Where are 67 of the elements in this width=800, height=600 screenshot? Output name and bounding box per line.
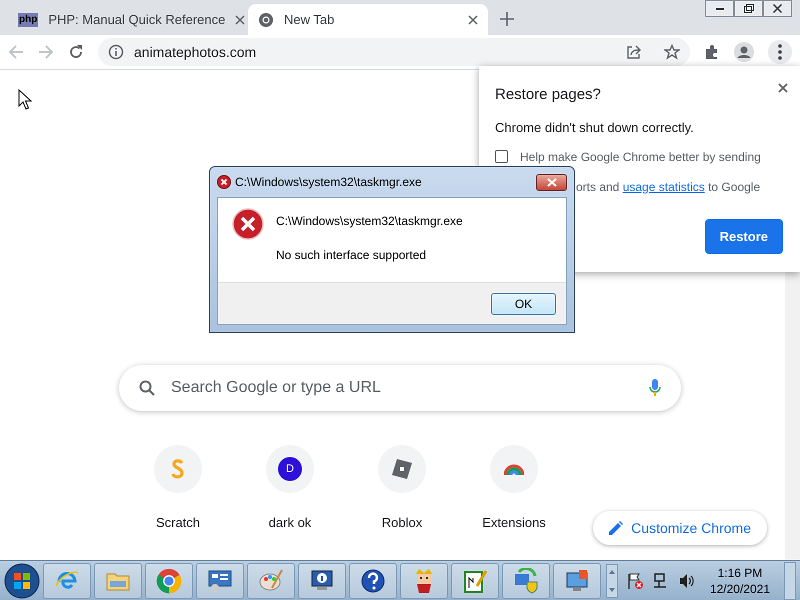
pencil-icon bbox=[609, 521, 624, 535]
ok-button[interactable]: OK bbox=[491, 292, 556, 314]
flag-error-icon[interactable] bbox=[626, 572, 644, 590]
taskbar-app-button[interactable] bbox=[298, 562, 346, 598]
shortcut-tile[interactable]: D dark ok bbox=[234, 444, 346, 534]
error-icon bbox=[217, 175, 231, 189]
menu-icon[interactable] bbox=[768, 40, 792, 64]
close-icon bbox=[778, 82, 788, 93]
star-icon[interactable] bbox=[664, 44, 680, 60]
microphone-icon[interactable] bbox=[649, 379, 661, 397]
customize-chrome-button[interactable]: Customize Chrome bbox=[593, 511, 767, 545]
notepad-pencil-icon bbox=[462, 568, 488, 594]
minimize-button[interactable] bbox=[705, 0, 734, 17]
remote-desktop-icon bbox=[564, 568, 590, 594]
letter-avatar-icon: D bbox=[278, 457, 302, 481]
shortcut-tile[interactable]: Extensions bbox=[458, 444, 570, 534]
chrome-icon bbox=[156, 568, 182, 594]
dialog-title: C:\Windows\system32\taskmgr.exe bbox=[235, 174, 423, 191]
profile-icon[interactable] bbox=[734, 42, 754, 62]
checkbox-label: Help make Google Chrome better by sending bbox=[520, 148, 761, 166]
close-icon bbox=[546, 178, 556, 186]
error-path: C:\Windows\system32\taskmgr.exe bbox=[276, 213, 463, 230]
info-icon[interactable] bbox=[108, 44, 124, 60]
chrome-icon bbox=[258, 12, 274, 28]
popup-message: Chrome didn't shut down correctly. bbox=[495, 119, 695, 137]
shortcut-tile[interactable]: Scratch bbox=[122, 444, 234, 534]
usage-statistics-link[interactable]: usage statistics bbox=[622, 180, 705, 194]
clock-time[interactable]: 1:16 PM bbox=[710, 564, 770, 580]
share-icon[interactable] bbox=[626, 44, 642, 60]
palette-icon bbox=[258, 568, 284, 594]
tab[interactable]: New Tab bbox=[248, 4, 488, 35]
php-icon: php bbox=[18, 12, 38, 26]
minimize-icon bbox=[716, 8, 724, 10]
scroll-arrows-icon[interactable] bbox=[606, 564, 618, 598]
checkbox-label: orts and bbox=[576, 180, 620, 194]
restore-icon bbox=[744, 4, 754, 13]
mouse-pointer-icon bbox=[18, 89, 32, 110]
taskbar-app-button[interactable] bbox=[196, 562, 244, 598]
checkbox[interactable] bbox=[495, 150, 508, 162]
search-field[interactable]: Search Google or type a URL bbox=[169, 375, 635, 401]
shortcut-tile[interactable]: Roblox bbox=[346, 444, 458, 534]
restore-button[interactable]: Restore bbox=[704, 218, 783, 254]
clock-date[interactable]: 12/20/2021 bbox=[710, 580, 770, 596]
start-button[interactable] bbox=[4, 562, 40, 598]
scratch-logo-icon bbox=[171, 459, 185, 479]
close-icon[interactable] bbox=[235, 14, 246, 24]
rainbow-icon bbox=[504, 462, 524, 476]
help-icon bbox=[360, 568, 386, 594]
error-icon bbox=[232, 208, 264, 240]
search-icon bbox=[139, 380, 155, 396]
restore-button[interactable] bbox=[734, 0, 763, 17]
tab[interactable]: php PHP: Manual Quick Reference bbox=[8, 4, 248, 35]
reload-icon[interactable] bbox=[68, 44, 84, 60]
close-button[interactable] bbox=[536, 174, 567, 190]
new-tab-icon[interactable] bbox=[500, 12, 514, 26]
taskbar-app-button[interactable] bbox=[553, 562, 601, 598]
popup-title: Restore pages? bbox=[495, 86, 602, 104]
close-icon[interactable] bbox=[468, 14, 478, 24]
close-icon bbox=[773, 4, 782, 13]
taskbar-app-button[interactable] bbox=[349, 562, 397, 598]
checkbox-label: to Google bbox=[708, 180, 760, 194]
close-button[interactable] bbox=[763, 0, 792, 17]
speaker-icon[interactable] bbox=[678, 572, 696, 590]
control-panel-icon bbox=[207, 568, 233, 594]
error-message: No such interface supported bbox=[276, 247, 428, 264]
puzzle-icon[interactable] bbox=[704, 44, 720, 60]
network-shield-icon bbox=[513, 568, 539, 594]
